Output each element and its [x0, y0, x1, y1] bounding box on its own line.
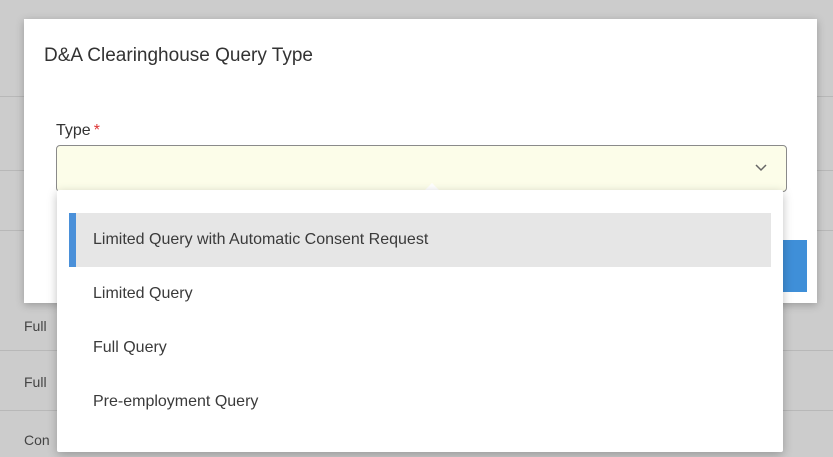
type-select[interactable] [56, 145, 787, 192]
type-field-label: Type * [56, 122, 100, 140]
primary-button[interactable] [779, 240, 807, 292]
option-limited-query-consent[interactable]: Limited Query with Automatic Consent Req… [69, 213, 771, 267]
option-pre-employment-query[interactable]: Pre-employment Query [69, 375, 771, 429]
chevron-down-icon [755, 164, 767, 172]
type-label-text: Type [56, 122, 91, 139]
required-marker: * [93, 122, 100, 139]
option-full-query[interactable]: Full Query [69, 321, 771, 375]
option-limited-query[interactable]: Limited Query [69, 267, 771, 321]
type-dropdown-list: Limited Query with Automatic Consent Req… [57, 190, 783, 452]
dialog-title: D&A Clearinghouse Query Type [44, 45, 313, 66]
